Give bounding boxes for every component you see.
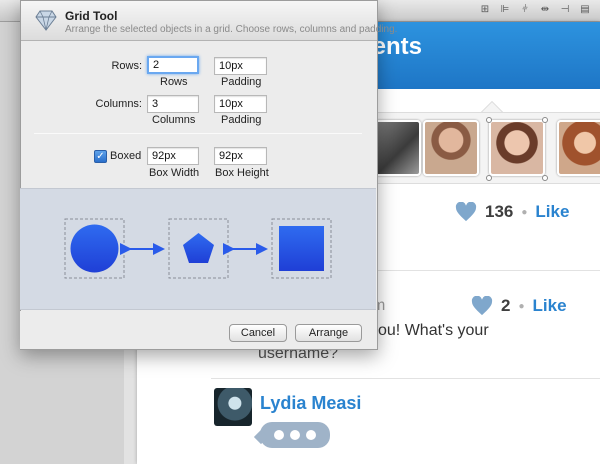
align-right-icon[interactable]: ⊣ xyxy=(560,4,570,16)
comment-divider xyxy=(211,378,600,379)
boxed-label: Boxed xyxy=(110,150,142,162)
layout-icon[interactable]: ▤ xyxy=(580,4,590,16)
heart-icon[interactable] xyxy=(471,296,493,316)
selection-handle[interactable] xyxy=(486,175,492,181)
typing-dot xyxy=(274,430,284,440)
preview-square-shape xyxy=(279,226,324,271)
panel-header: Grid Tool Arrange the selected objects i… xyxy=(21,1,397,41)
rows-padding-input[interactable] xyxy=(214,57,267,75)
box-width-input[interactable] xyxy=(147,147,199,165)
rows-label: Rows: xyxy=(111,60,142,72)
grid-icon[interactable]: ⊞ xyxy=(480,4,490,16)
columns-input[interactable] xyxy=(147,95,199,113)
author-name[interactable]: Lydia Measi xyxy=(260,393,361,414)
arrange-button[interactable]: Arrange xyxy=(295,324,362,342)
rows-input[interactable] xyxy=(147,56,199,74)
photo-thumbnail[interactable] xyxy=(423,120,479,176)
columns-padding-sublabel: Padding xyxy=(221,114,262,126)
toolbar-icons: ⊞ ⊫ ⫩ ⇹ ⊣ ▤ xyxy=(480,4,590,16)
align-icon[interactable]: ⊫ xyxy=(500,4,510,16)
distribute-icon[interactable]: ⫩ xyxy=(520,4,530,16)
separator-dot: ● xyxy=(521,206,528,218)
photo-thumbnail-selected[interactable] xyxy=(489,120,545,176)
columns-sublabel: Columns xyxy=(152,114,196,126)
preview-circle-shape xyxy=(70,224,119,273)
selection-handle[interactable] xyxy=(486,117,492,123)
heart-icon[interactable] xyxy=(455,202,477,222)
boxed-checkbox[interactable]: ✓ xyxy=(94,150,107,163)
rows-sublabel: Rows xyxy=(160,76,188,88)
typing-indicator xyxy=(260,422,330,448)
cancel-button[interactable]: Cancel xyxy=(229,324,287,342)
selection-handle[interactable] xyxy=(542,117,548,123)
like-row: 136 ● Like xyxy=(455,202,569,222)
columns-padding-input[interactable] xyxy=(214,95,267,113)
typing-dot xyxy=(290,430,300,440)
photo-thumbnail[interactable] xyxy=(557,120,600,176)
box-height-input[interactable] xyxy=(214,147,267,165)
columns-label: Columns: xyxy=(95,98,142,110)
like-count: 136 xyxy=(485,202,514,221)
panel-separator xyxy=(34,133,362,134)
check-icon: ✓ xyxy=(96,151,105,162)
resize-icon[interactable]: ⇹ xyxy=(540,4,550,16)
avatar[interactable] xyxy=(214,388,252,426)
box-width-sublabel: Box Width xyxy=(149,167,200,179)
selection-handle[interactable] xyxy=(542,175,548,181)
typing-dot xyxy=(306,430,316,440)
like-row: 2 ● Like xyxy=(471,296,567,316)
separator-dot: ● xyxy=(518,300,525,312)
like-link[interactable]: Like xyxy=(533,296,567,316)
grid-preview xyxy=(64,218,332,279)
comment-text: ou! What's your xyxy=(378,322,489,339)
panel-subtitle: Arrange the selected objects in a grid. … xyxy=(65,24,398,35)
like-link[interactable]: Like xyxy=(535,202,569,222)
photo-strip-notch xyxy=(480,99,504,113)
preview-pentagon-shape xyxy=(183,233,214,263)
panel-title: Grid Tool xyxy=(65,9,118,23)
box-height-sublabel: Box Height xyxy=(215,167,269,179)
diamond-logo-icon xyxy=(35,10,57,31)
like-count: 2 xyxy=(501,296,511,315)
rows-padding-sublabel: Padding xyxy=(221,76,262,88)
